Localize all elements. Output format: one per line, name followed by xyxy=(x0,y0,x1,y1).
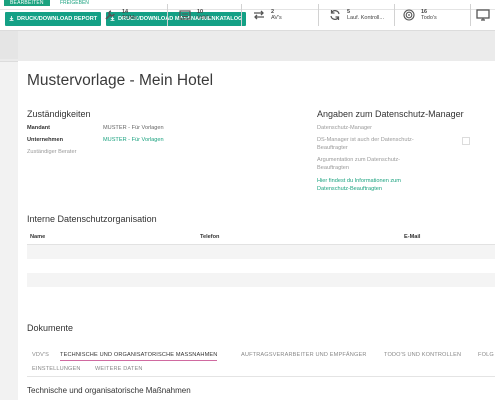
stat-label: Lauf. Kontroll... xyxy=(347,15,384,21)
dpo-heading: Angaben zum Datenschutz-Manager xyxy=(317,109,464,119)
stats-bar xyxy=(0,30,495,62)
target-icon xyxy=(402,8,416,22)
print-report-label: DRUCK/DOWNLOAD REPORT xyxy=(17,16,98,22)
stat-divider xyxy=(394,4,395,26)
transfer-icon xyxy=(252,8,266,22)
internal-org-table-header: Name Telefon E-Mail xyxy=(27,232,495,245)
stat-count: 10 xyxy=(197,8,204,15)
dpo-argument-label-line2: Beauftragten xyxy=(317,165,350,171)
stat-label: AV's xyxy=(271,15,282,21)
stat-divider xyxy=(318,4,319,26)
stat-label: Todo's xyxy=(421,15,437,21)
advisor-label: Zuständiger Berater xyxy=(27,149,77,155)
tab-more-truncated[interactable]: FOLG xyxy=(478,352,494,358)
responsibilities-heading: Zuständigkeiten xyxy=(27,109,91,119)
tools-icon xyxy=(103,8,117,22)
documents-heading: Dokumente xyxy=(27,323,74,333)
tabs-divider xyxy=(27,376,495,377)
stat-vdvs[interactable]: 10 VdV's xyxy=(178,0,211,30)
stat-divider xyxy=(470,4,471,26)
company-link[interactable]: MUSTER - Für Vorlagen xyxy=(103,137,164,143)
download-icon xyxy=(9,16,14,21)
company-label: Unternehmen xyxy=(27,137,64,143)
stat-avs[interactable]: 2 AV's xyxy=(252,0,282,30)
stat-label: VdV's xyxy=(197,15,212,21)
list-icon xyxy=(178,8,192,22)
dpo-is-rep-checkbox[interactable] xyxy=(462,137,470,145)
dpo-manager-label: Datenschutz-Manager xyxy=(317,125,373,131)
section-title: Technische und organisatorische Maßnahme… xyxy=(27,386,191,395)
stat-divider xyxy=(167,4,168,26)
tab-edit[interactable]: BEARBEITEN xyxy=(4,0,50,6)
stat-toms[interactable]: 14 TOMs xyxy=(103,0,137,30)
dpo-info-link-line1[interactable]: Hier findest du Informationen zum xyxy=(317,178,401,184)
client-value: MUSTER - Für Vorlagen xyxy=(103,125,164,131)
tab-toms[interactable]: TECHNISCHE UND ORGANISATORISCHE MASSNAHM… xyxy=(60,352,218,361)
tab-todos-controls[interactable]: TODO'S UND KONTROLLEN xyxy=(384,352,461,358)
table-row[interactable] xyxy=(27,259,495,273)
sync-icon xyxy=(328,8,342,22)
tab-vdvs[interactable]: VDV'S xyxy=(32,352,49,358)
documents-tabs: VDV'S TECHNISCHE UND ORGANISATORISCHE MA… xyxy=(27,348,495,376)
stat-label: TOMs xyxy=(122,15,137,21)
stat-todos[interactable]: 16 Todo's xyxy=(402,0,437,30)
stat-count: 16 xyxy=(421,8,428,15)
stat-count: 5 xyxy=(347,8,351,15)
stat-count: 2 xyxy=(271,8,275,15)
stat-controls[interactable]: 5 Lauf. Kontroll... xyxy=(328,0,384,30)
table-row[interactable] xyxy=(27,245,495,259)
print-report-button[interactable]: DRUCK/DOWNLOAD REPORT xyxy=(5,12,102,26)
col-email: E-Mail xyxy=(404,234,421,240)
col-name: Name xyxy=(30,234,46,240)
stat-divider xyxy=(241,4,242,26)
stat-monitor[interactable] xyxy=(476,0,495,30)
stats-bar-spacer xyxy=(0,31,18,59)
tab-processors[interactable]: AUFTRAGSVERARBEITER UND EMPFÄNGER xyxy=(241,352,367,358)
dpo-is-rep-label-line2: Beauftragter xyxy=(317,145,348,151)
tab-release[interactable]: FREIGEBEN xyxy=(56,0,93,6)
col-phone: Telefon xyxy=(200,234,220,240)
tab-settings[interactable]: EINSTELLUNGEN xyxy=(32,366,81,372)
client-label: Mandant xyxy=(27,125,50,131)
monitor-icon xyxy=(476,8,490,22)
internal-org-heading: Interne Datenschutzorganisation xyxy=(27,214,157,224)
stat-count: 14 xyxy=(122,8,129,15)
dpo-is-rep-label-line1: DS-Manager ist auch der Datenschutz- xyxy=(317,137,414,143)
page-title: Mustervorlage - Mein Hotel xyxy=(27,72,214,89)
table-row[interactable] xyxy=(27,273,495,287)
tab-more-data[interactable]: WEITERE DATEN xyxy=(95,366,143,372)
dpo-info-link-line2[interactable]: Datenschutz-Beauftragten xyxy=(317,186,382,192)
dpo-argument-label-line1: Argumentation zum Datenschutz- xyxy=(317,157,401,163)
